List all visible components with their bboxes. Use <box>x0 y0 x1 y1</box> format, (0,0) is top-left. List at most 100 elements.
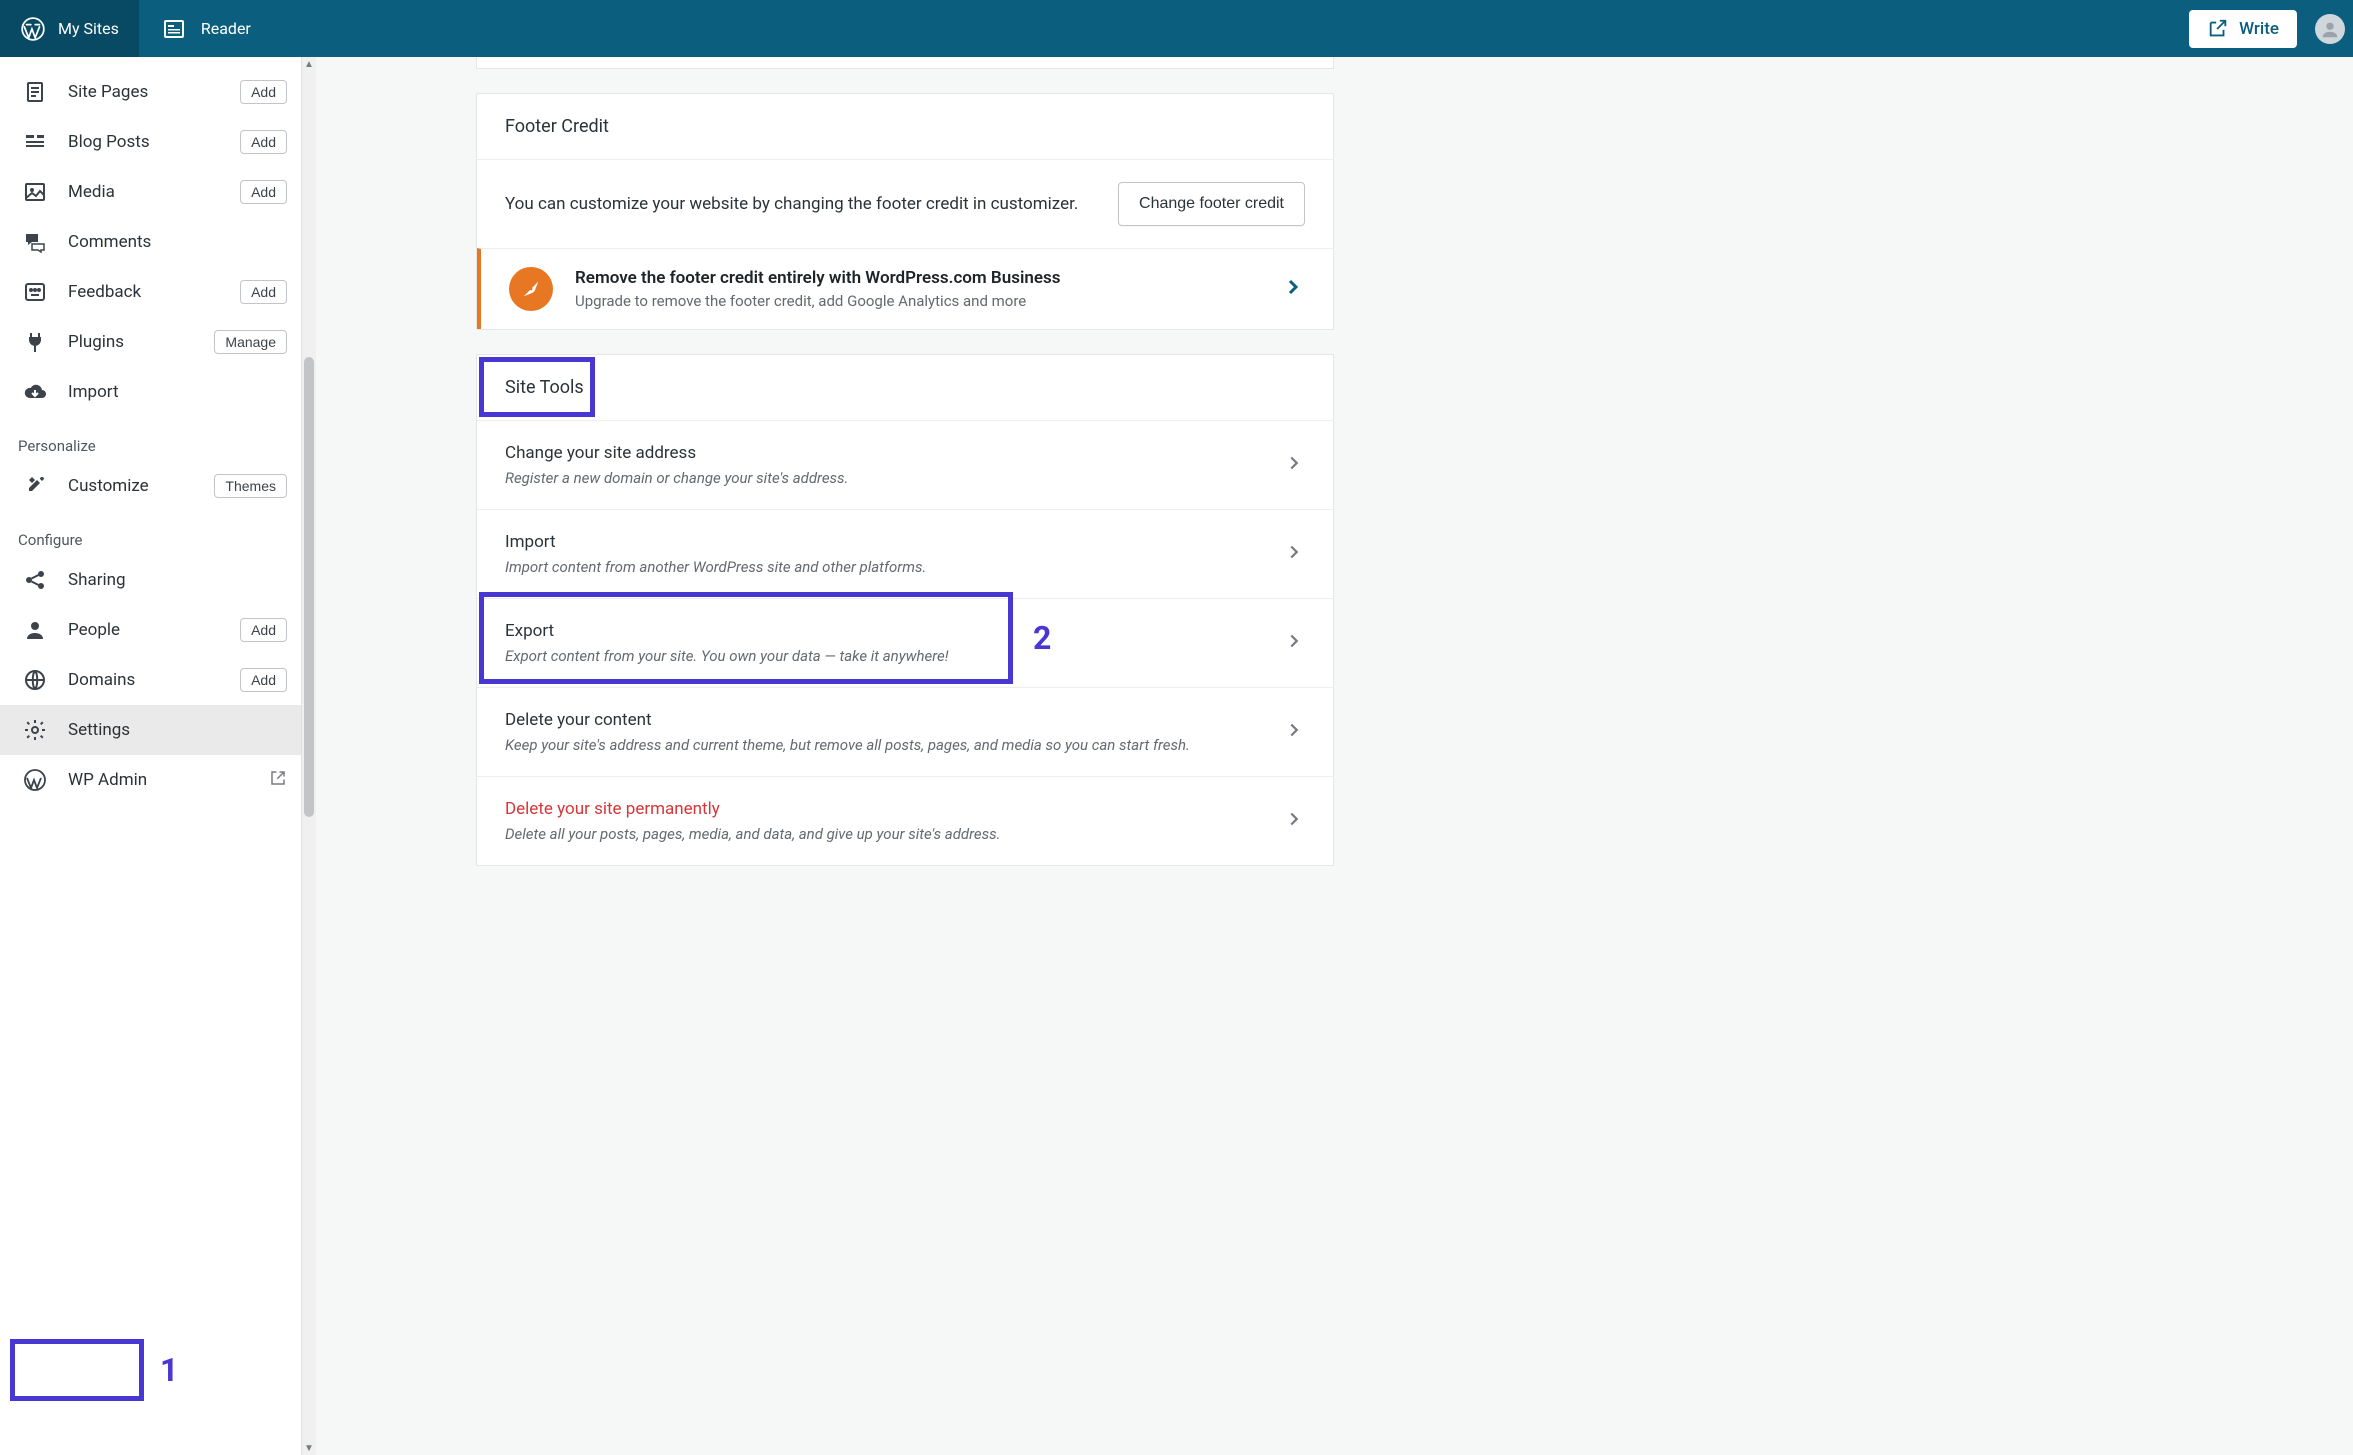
add-button[interactable]: Add <box>240 80 287 104</box>
sidebar: Site Pages Add Blog Posts Add Media Add … <box>0 57 302 1455</box>
chevron-right-icon <box>1283 630 1305 656</box>
chevron-right-icon <box>1281 275 1305 303</box>
add-button[interactable]: Add <box>240 130 287 154</box>
sidebar-item-sharing[interactable]: Sharing <box>0 555 301 605</box>
sidebar-label: Customize <box>68 476 194 496</box>
upsell-title: Remove the footer credit entirely with W… <box>575 268 1259 288</box>
reader-icon <box>161 16 187 42</box>
chevron-right-icon <box>1283 541 1305 567</box>
write-label: Write <box>2239 19 2279 39</box>
content-area: Footer Credit You can customize your web… <box>316 57 2353 1455</box>
sidebar-item-wp-admin[interactable]: WP Admin <box>0 755 301 805</box>
sidebar-item-blog-posts[interactable]: Blog Posts Add <box>0 117 301 167</box>
footer-credit-row: You can customize your website by changi… <box>477 159 1333 248</box>
sidebar-label: People <box>68 620 220 640</box>
chevron-right-icon <box>1283 452 1305 478</box>
nav-my-sites-label: My Sites <box>58 19 119 38</box>
sidebar-label: Domains <box>68 670 220 690</box>
sidebar-item-settings[interactable]: Settings <box>0 705 301 755</box>
nav-reader[interactable]: Reader <box>139 16 273 42</box>
nav-my-sites[interactable]: My Sites <box>0 0 139 57</box>
sidebar-item-comments[interactable]: Comments <box>0 217 301 267</box>
upsell-desc: Upgrade to remove the footer credit, add… <box>575 292 1259 310</box>
footer-credit-desc: You can customize your website by changi… <box>505 194 1096 214</box>
tool-row-change-address[interactable]: Change your site address Register a new … <box>477 420 1333 509</box>
posts-icon <box>22 129 48 155</box>
row-desc: Export content from your site. You own y… <box>505 647 1261 665</box>
sidebar-item-domains[interactable]: Domains Add <box>0 655 301 705</box>
sidebar-label: Comments <box>68 232 287 252</box>
annotation-box-1 <box>10 1339 144 1401</box>
add-button[interactable]: Add <box>240 618 287 642</box>
wordpress-icon <box>20 16 46 42</box>
row-title: Export <box>505 621 1261 641</box>
page-icon <box>22 79 48 105</box>
themes-button[interactable]: Themes <box>214 474 287 498</box>
sidebar-item-customize[interactable]: Customize Themes <box>0 461 301 511</box>
chevron-right-icon <box>1283 808 1305 834</box>
scroll-up-icon[interactable]: ▲ <box>302 57 316 71</box>
site-tools-card: Site Tools Change your site address Regi… <box>476 354 1334 866</box>
change-footer-credit-button[interactable]: Change footer credit <box>1118 182 1305 226</box>
sidebar-label: Plugins <box>68 332 194 352</box>
domains-icon <box>22 667 48 693</box>
card-fragment <box>476 57 1334 69</box>
chevron-right-icon <box>1283 719 1305 745</box>
feedback-icon <box>22 279 48 305</box>
row-desc: Register a new domain or change your sit… <box>505 469 1261 487</box>
upsell-row[interactable]: Remove the footer credit entirely with W… <box>477 248 1333 329</box>
share-icon <box>22 567 48 593</box>
row-title: Change your site address <box>505 443 1261 463</box>
add-button[interactable]: Add <box>240 180 287 204</box>
sidebar-label: Sharing <box>68 570 287 590</box>
sidebar-item-import[interactable]: Import <box>0 367 301 417</box>
sidebar-scrollbar[interactable]: ▲ ▼ <box>302 57 316 1455</box>
add-button[interactable]: Add <box>240 668 287 692</box>
main-area: Site Pages Add Blog Posts Add Media Add … <box>0 57 2353 1455</box>
sidebar-item-site-pages[interactable]: Site Pages Add <box>0 67 301 117</box>
manage-button[interactable]: Manage <box>214 330 287 354</box>
add-button[interactable]: Add <box>240 280 287 304</box>
row-title: Import <box>505 532 1261 552</box>
external-link-icon <box>269 769 287 792</box>
customize-icon <box>22 473 48 499</box>
sidebar-heading-personalize: Personalize <box>0 417 301 461</box>
people-icon <box>22 617 48 643</box>
row-title: Delete your site permanently <box>505 799 1261 819</box>
wordpress-icon <box>22 767 48 793</box>
tool-row-delete-content[interactable]: Delete your content Keep your site's add… <box>477 687 1333 776</box>
comments-icon <box>22 229 48 255</box>
sidebar-label: Feedback <box>68 282 220 302</box>
sidebar-item-feedback[interactable]: Feedback Add <box>0 267 301 317</box>
tool-row-export[interactable]: Export Export content from your site. Yo… <box>477 598 1333 687</box>
write-button[interactable]: Write <box>2189 10 2297 48</box>
sidebar-label: WP Admin <box>68 770 249 790</box>
scroll-down-icon[interactable]: ▼ <box>302 1441 316 1455</box>
tool-row-delete-site[interactable]: Delete your site permanently Delete all … <box>477 776 1333 865</box>
sidebar-item-media[interactable]: Media Add <box>0 167 301 217</box>
card-header: Site Tools <box>477 355 1333 420</box>
media-icon <box>22 179 48 205</box>
sidebar-label: Settings <box>68 720 287 740</box>
sidebar-label: Media <box>68 182 220 202</box>
plugins-icon <box>22 329 48 355</box>
tool-row-import[interactable]: Import Import content from another WordP… <box>477 509 1333 598</box>
sidebar-item-people[interactable]: People Add <box>0 605 301 655</box>
write-icon <box>2207 18 2229 40</box>
sidebar-heading-configure: Configure <box>0 511 301 555</box>
import-icon <box>22 379 48 405</box>
annotation-label-1: 1 <box>160 1351 178 1389</box>
topbar-right: Write <box>2189 10 2353 48</box>
scrollbar-thumb[interactable] <box>304 357 314 817</box>
nav-reader-label: Reader <box>201 19 251 38</box>
sidebar-label: Blog Posts <box>68 132 220 152</box>
user-avatar[interactable] <box>2315 14 2345 44</box>
sidebar-item-plugins[interactable]: Plugins Manage <box>0 317 301 367</box>
topbar-left: My Sites Reader <box>0 0 273 57</box>
card-header: Footer Credit <box>477 94 1333 159</box>
compass-icon <box>509 267 553 311</box>
avatar-icon <box>2319 18 2341 40</box>
row-desc: Keep your site's address and current the… <box>505 736 1261 754</box>
row-title: Delete your content <box>505 710 1261 730</box>
footer-credit-card: Footer Credit You can customize your web… <box>476 93 1334 330</box>
